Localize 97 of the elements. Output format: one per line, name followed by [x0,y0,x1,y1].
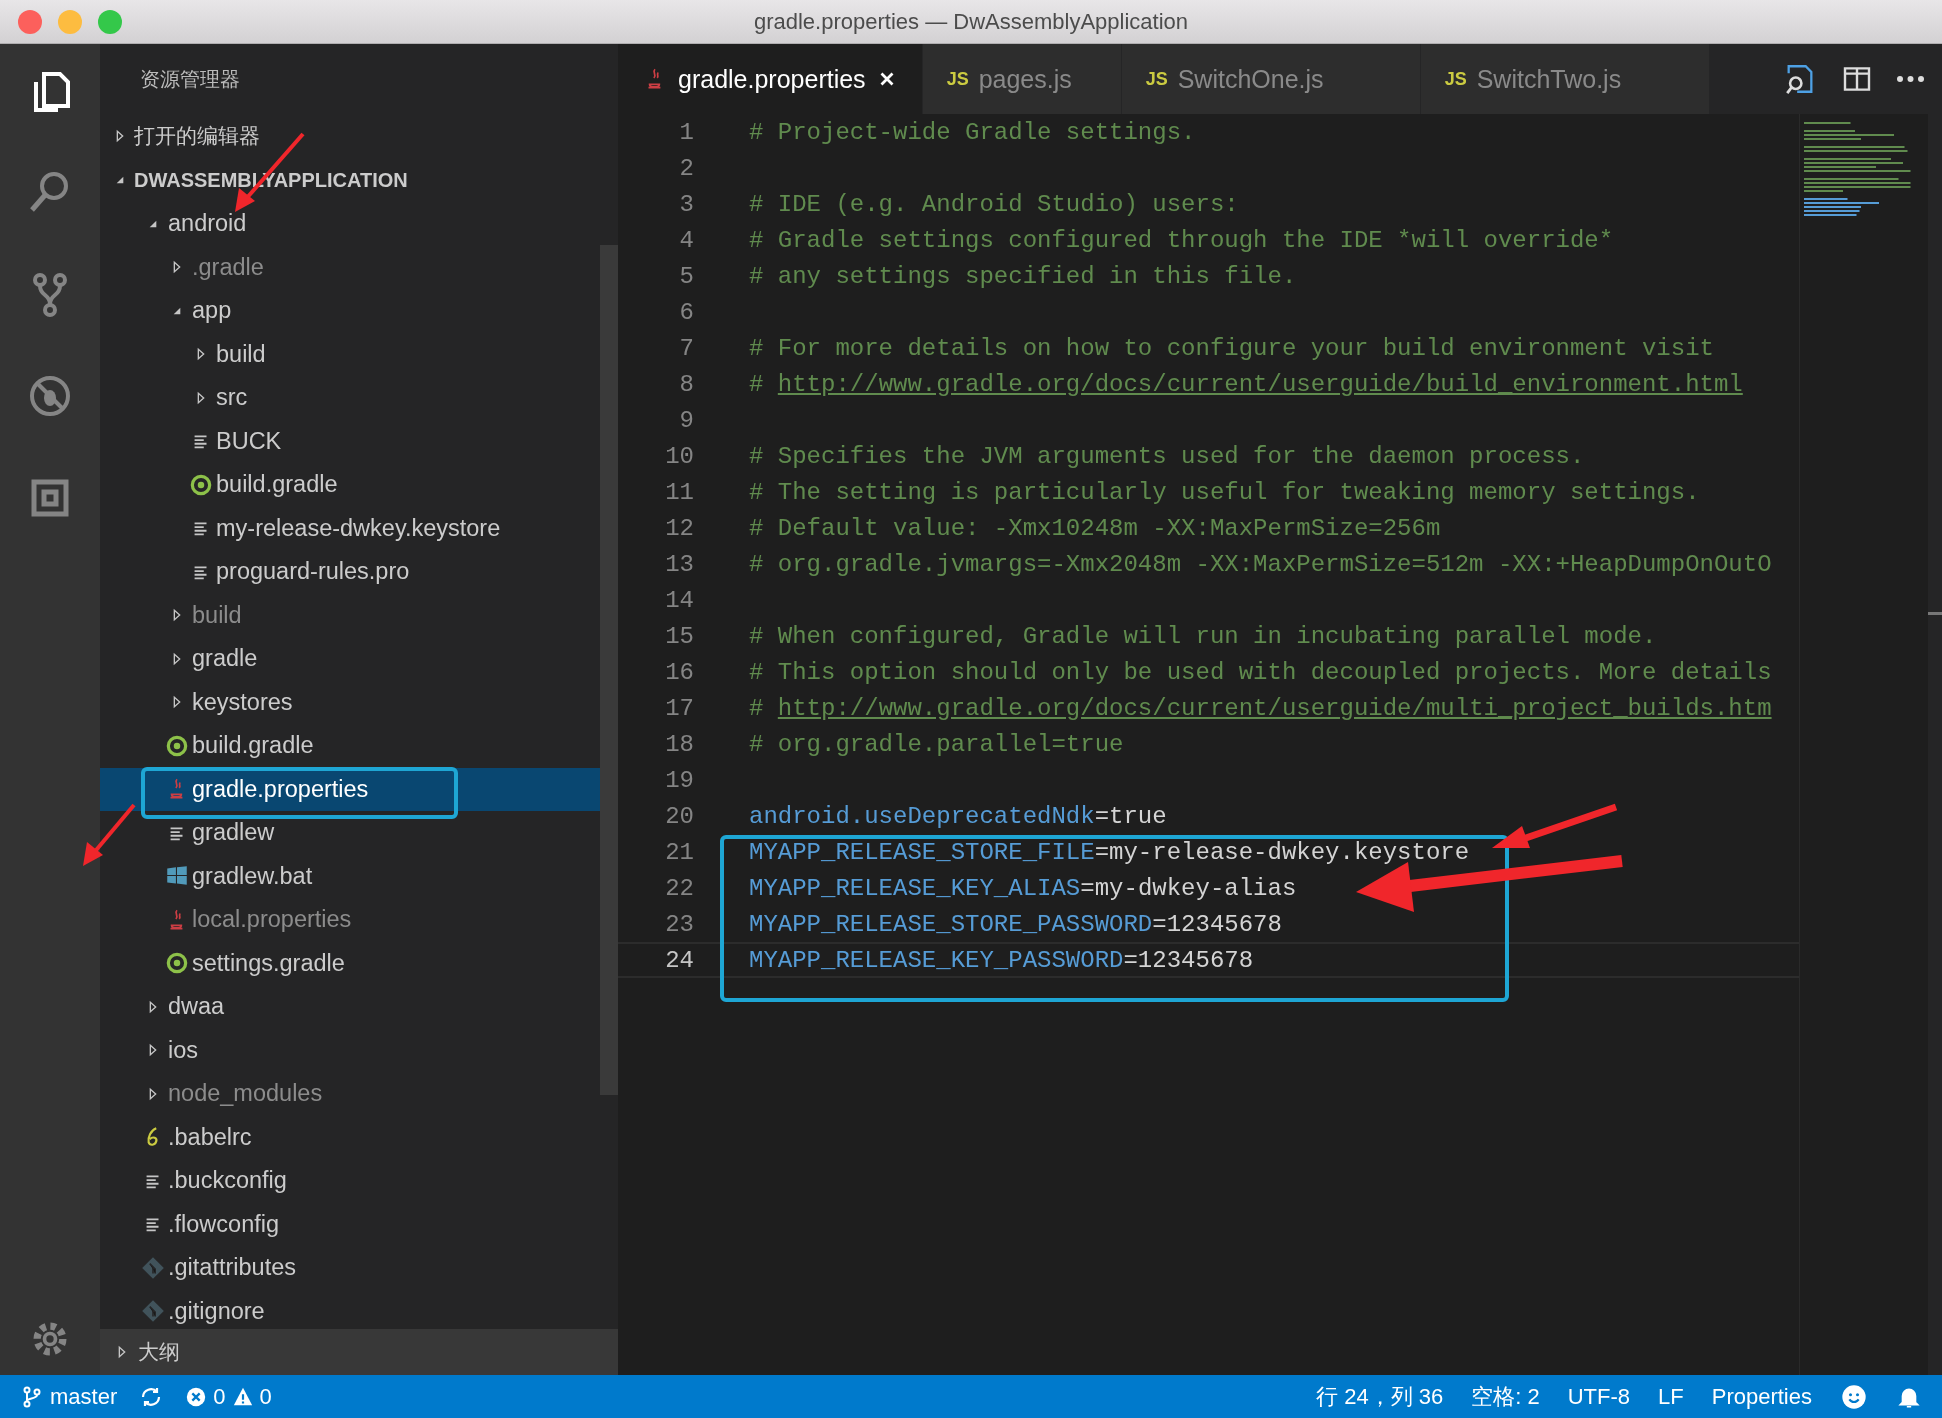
tree-item[interactable]: local.properties [100,898,600,942]
property-value: =my-dwkey-alias [1080,874,1297,902]
line-number: 1 [678,118,694,146]
encoding-status[interactable]: UTF-8 [1567,1383,1631,1410]
tree-item[interactable]: BUCK [100,419,600,463]
line-number: 17 [664,694,694,722]
tree-item[interactable]: .gitignore [100,1289,600,1329]
tree-item[interactable]: ios [100,1028,600,1072]
tree-item[interactable]: my-release-dwkey.keystore [100,506,600,550]
tree-item[interactable]: app [100,289,600,333]
code-comment: # For more details on how to configure your build environment visit [749,334,1714,362]
line-number: 10 [664,442,694,470]
more-icon [1897,76,1924,82]
line-number: 9 [678,406,694,434]
property-key: MYAPP_RELEASE_KEY_PASSWORD [749,946,1124,974]
tree-item[interactable]: node_modules [100,1072,600,1116]
tree-item[interactable]: gradle.properties [100,767,600,811]
line-number: 13 [664,550,694,578]
problems-status[interactable]: 0 0 [185,1383,272,1410]
annotation-arrow [83,803,136,866]
tree-item[interactable]: gradlew.bat [100,854,600,898]
editor-tab[interactable]: JS pages.js [922,44,1122,114]
tree-item[interactable]: .babelrc [100,1115,600,1159]
sidebar-title: 资源管理器 [140,66,240,92]
tree-item[interactable]: settings.gradle [100,941,600,985]
smiley-icon [1840,1382,1868,1411]
line-number: 18 [664,730,694,758]
tree-item[interactable]: build [100,332,600,376]
tree-item[interactable]: .flowconfig [100,1202,600,1246]
branch-status[interactable]: master [20,1383,118,1410]
window-title: gradle.properties — DwAssemblyApplication [753,8,1189,35]
property-value: =12345678 [1123,946,1254,974]
open-editors-header[interactable]: 打开的编辑器 [100,114,618,158]
code-comment: # [749,694,765,722]
tree-item[interactable]: build.gradle [100,463,600,507]
code-comment: # The setting is particularly useful for tweaking memory settings. [749,478,1700,506]
line-ending-status[interactable]: LF [1658,1383,1684,1410]
line-number: 11 [664,478,694,506]
code-comment: # Gradle settings configured through the IDE *will override* [749,226,1614,254]
code-comment: # When configured, Gradle will run in incubating parallel mode. [749,622,1657,650]
tree-item[interactable]: proguard-rules.pro [100,550,600,594]
line-number: 23 [664,910,694,938]
indentation-status[interactable]: 空格: 2 [1471,1381,1540,1412]
code-comment: # This option should only be used with decoupled projects. More details [749,658,1772,686]
code-comment: # IDE (e.g. Android Studio) users: [749,190,1239,218]
tree-item[interactable]: .buckconfig [100,1159,600,1203]
code-comment: # Project-wide Gradle settings. [749,118,1196,146]
tree-item[interactable]: dwaa [100,985,600,1029]
editor-tab[interactable]: JS SwitchTwo.js [1420,44,1710,114]
tree-item[interactable]: android [100,202,600,246]
line-number: 22 [664,874,694,902]
tree-item[interactable]: build.gradle [100,724,600,768]
tree-item[interactable]: keystores [100,680,600,724]
line-number: 3 [678,190,694,218]
line-number: 8 [678,370,694,398]
editor-tab[interactable]: gradle.properties [618,44,923,114]
code-comment: # [749,370,765,398]
line-number: 6 [678,298,694,326]
line-number: 4 [678,226,694,254]
code-link[interactable]: http://www.gradle.org/docs/current/userguide/multi_project_builds.htm [777,694,1772,722]
property-key: android.useDeprecatedNdk [749,802,1095,830]
line-number: 21 [664,838,694,866]
line-number: 2 [678,154,694,182]
error-icon [185,1385,208,1408]
line-number: 24 [664,946,694,974]
line-number: 15 [664,622,694,650]
line-number: 5 [678,262,694,290]
property-value: =my-release-dwkey.keystore [1094,838,1470,866]
scrollbar-thumb[interactable] [600,245,618,1095]
property-value: =true [1094,802,1167,830]
tree-item[interactable]: .gitattributes [100,1246,600,1290]
tree-item[interactable]: build [100,593,600,637]
code-comment: # any settings specified in this file. [749,262,1297,290]
code-comment: # org.gradle.parallel=true [749,730,1124,758]
code-link[interactable]: http://www.gradle.org/docs/current/userguide/build_environment.html [777,370,1743,398]
tree-item[interactable]: src [100,376,600,420]
code-comment: # Specifies the JVM arguments used for the daemon process. [749,442,1585,470]
code-comment: # Default value: -Xmx10248m -XX:MaxPermSize=256m [749,514,1441,542]
tree-item[interactable]: gradlew [100,811,600,855]
property-key: MYAPP_RELEASE_STORE_FILE [749,838,1095,866]
editor-tab[interactable]: JS SwitchOne.js [1121,44,1421,114]
outline-header[interactable]: 大纲 [100,1329,618,1375]
line-number: 12 [664,514,694,542]
tree-item[interactable]: .gradle [100,245,600,289]
line-number: 19 [664,766,694,794]
language-mode[interactable]: Properties [1711,1383,1812,1410]
property-key: MYAPP_RELEASE_KEY_ALIAS [749,874,1081,902]
close-window-button[interactable] [18,9,42,34]
property-key: MYAPP_RELEASE_STORE_PASSWORD [749,910,1153,938]
line-number: 20 [664,802,694,830]
line-number: 7 [678,334,694,362]
tree-item[interactable]: gradle [100,637,600,681]
line-number: 14 [664,586,694,614]
code-comment: # org.gradle.jvmargs=-Xmx2048m -XX:MaxPermSize=512m -XX:+HeapDumpOnOutO [749,550,1772,578]
line-number: 16 [664,658,694,686]
cursor-position[interactable]: 行 24，列 36 [1316,1381,1444,1412]
property-value: =12345678 [1152,910,1282,938]
